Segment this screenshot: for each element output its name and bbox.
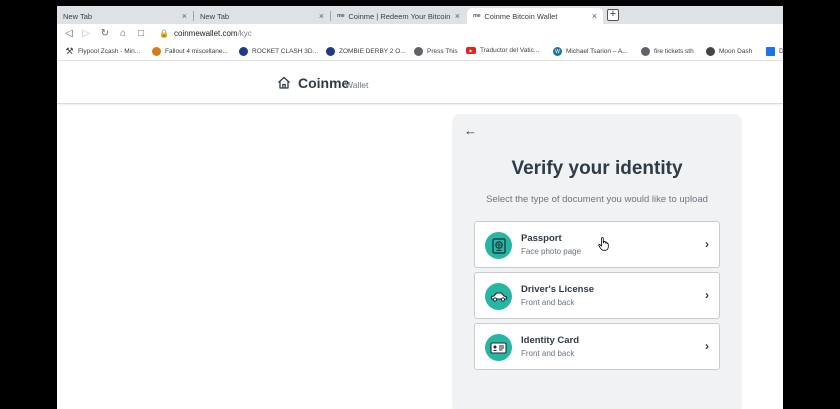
bookmark-label: fire tickets sth: [654, 48, 694, 55]
page-subtitle: Select the type of document you would li…: [486, 194, 708, 205]
forward-arrow-icon[interactable]: ▷: [80, 28, 92, 39]
bookmark-fallout[interactable]: Fallout 4 miscellane...: [152, 47, 228, 56]
globe-icon: [414, 47, 423, 56]
reload-icon[interactable]: ↻: [99, 28, 111, 39]
bookmark-label: Press This: [427, 48, 458, 55]
tab-coinme-redeem[interactable]: me Coinme | Redeem Your Bitcoin | Bi ×: [331, 8, 466, 24]
id-card-icon: [485, 334, 512, 361]
bookmark-michael-tsarion[interactable]: W Michael Tsarion – A...: [553, 47, 628, 56]
close-icon[interactable]: ×: [592, 11, 597, 21]
bookmark-fire-tickets[interactable]: fire tickets sth: [641, 47, 694, 56]
close-icon[interactable]: ×: [455, 11, 460, 21]
globe-icon: [641, 47, 650, 56]
url-field[interactable]: coinmewallet.com/kyc: [174, 29, 252, 38]
brand-name[interactable]: Coinme: [298, 75, 349, 91]
tab-title: Coinme | Redeem Your Bitcoin | Bi: [348, 11, 451, 21]
option-title: Passport: [521, 233, 562, 244]
bookmark-label: Moon Dash: [719, 48, 753, 55]
bookmark-moon-dash[interactable]: Moon Dash: [706, 47, 752, 56]
moon-icon: [706, 47, 715, 56]
option-passport[interactable]: Passport Face photo page ›: [474, 221, 720, 268]
bookmark-rocket-clash[interactable]: ROCKET CLASH 3D...: [239, 47, 318, 56]
back-arrow-icon[interactable]: ←: [464, 124, 477, 138]
hand-cursor-icon: [598, 237, 609, 251]
wordpress-icon: W: [553, 47, 562, 56]
url-domain: coinmewallet.com: [174, 29, 238, 38]
bookmark-flypool[interactable]: ⚒ Flypool Zcash - Min...: [65, 46, 141, 56]
option-description: Face photo page: [521, 247, 582, 256]
car-icon: [485, 283, 512, 310]
browser-window: New Tab × New Tab × me Coinme | Redeem Y…: [57, 6, 783, 409]
bookmark-traductor[interactable]: ▶ Traductor del Vatic...: [466, 47, 539, 54]
chevron-right-icon: ›: [705, 339, 709, 353]
chevron-right-icon: ›: [705, 237, 709, 251]
option-description: Front and back: [521, 349, 575, 358]
chevron-right-icon: ›: [705, 288, 709, 302]
option-identity-card[interactable]: Identity Card Front and back ›: [474, 323, 720, 370]
back-arrow-icon[interactable]: ◁: [63, 28, 75, 39]
page-content: Coinme Wallet ← Verify your identity Sel…: [57, 62, 783, 409]
bookmark-label: Michael Tsarion – A...: [566, 48, 628, 55]
bookmark-label: ZOMBIE DERBY 2 O...: [339, 48, 406, 55]
verify-identity-card: ← Verify your identity Select the type o…: [452, 114, 742, 409]
folder-icon: [766, 47, 775, 56]
tab-title: New Tab: [63, 11, 93, 21]
bookmark-label: Flypool Zcash - Min...: [78, 48, 141, 55]
brand-subtitle: Wallet: [345, 80, 369, 90]
bookmark-label: Traductor del Vatic...: [480, 47, 540, 54]
url-path: /kyc: [237, 29, 252, 38]
option-drivers-license[interactable]: Driver's License Front and back ›: [474, 272, 720, 319]
bookmark-label: D: [779, 48, 783, 55]
close-icon[interactable]: ×: [319, 11, 324, 21]
youtube-icon: ▶: [466, 47, 476, 54]
option-title: Driver's License: [521, 284, 595, 295]
bookmark-press-this[interactable]: Press This: [414, 47, 458, 56]
coinme-favicon-icon: me: [473, 13, 481, 19]
option-description: Front and back: [521, 298, 575, 307]
tab-new-tab-2[interactable]: New Tab ×: [194, 8, 330, 24]
tab-coinme-wallet[interactable]: me Coinme Bitcoin Wallet ×: [467, 8, 603, 24]
tab-title: Coinme Bitcoin Wallet: [484, 11, 558, 21]
home-icon[interactable]: [277, 76, 291, 89]
tab-strip: New Tab × New Tab × me Coinme | Redeem Y…: [57, 6, 783, 24]
bookmark-label: ROCKET CLASH 3D...: [252, 48, 318, 55]
page-title: Verify your identity: [511, 158, 683, 179]
site-header: Coinme Wallet: [57, 62, 783, 104]
coinme-favicon-icon: me: [337, 13, 345, 19]
bookmark-zombie-derby[interactable]: ZOMBIE DERBY 2 O...: [326, 47, 406, 56]
home-icon[interactable]: ⌂: [117, 28, 129, 39]
tab-title: New Tab: [200, 11, 230, 21]
option-title: Identity Card: [521, 335, 580, 346]
game-icon: [239, 47, 248, 56]
game-icon: [326, 47, 335, 56]
bookmarks-bar: ⚒ Flypool Zcash - Min... Fallout 4 misce…: [57, 44, 783, 61]
bookmark-label: Fallout 4 miscellane...: [165, 48, 228, 55]
fallout-icon: [152, 47, 161, 56]
bookmark-d[interactable]: D: [766, 47, 783, 56]
lock-icon[interactable]: 🔒: [159, 29, 169, 38]
pickaxe-icon: ⚒: [65, 46, 74, 56]
address-toolbar: ◁ ▷ ↻ ⌂ □ 🔒 coinmewallet.com/kyc: [57, 24, 783, 44]
close-icon[interactable]: ×: [182, 11, 187, 21]
tab-new-tab-1[interactable]: New Tab ×: [57, 8, 193, 24]
passport-icon: [485, 232, 512, 259]
new-tab-button[interactable]: +: [607, 9, 619, 21]
bookmark-icon[interactable]: □: [135, 28, 147, 39]
